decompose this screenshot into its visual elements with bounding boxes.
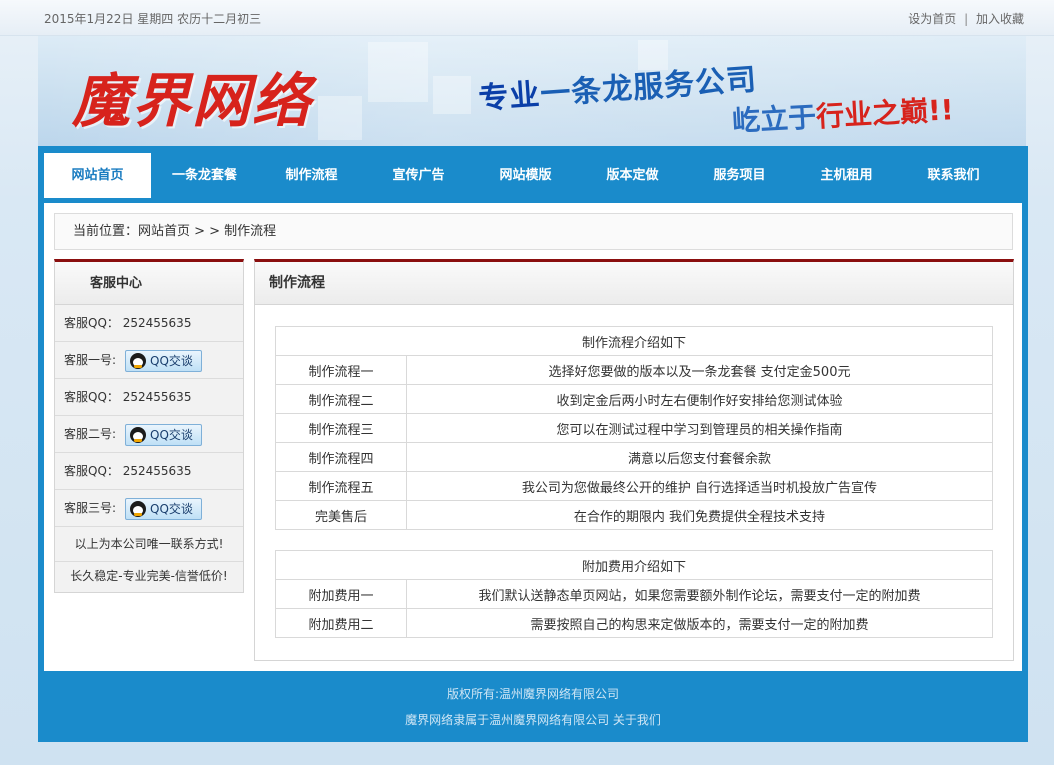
sidebar-footer: 长久稳定-专业完美-信誉低价! [70, 569, 228, 583]
main-nav: 网站首页 一条龙套餐 制作流程 宣传广告 网站模版 版本定做 服务项目 主机租用… [44, 153, 1022, 198]
table-cell-desc: 需要按照自己的构思来定做版本的，需要支付一定的附加费 [406, 608, 993, 638]
slogan2-text: 屹立于 [731, 100, 817, 138]
qq-penguin-icon [130, 501, 146, 517]
sidebar-service-row: 客服一号: QQ交谈 [55, 342, 243, 379]
site-logo[interactable]: 魔界网络 [72, 54, 312, 138]
qq-number: 252455635 [122, 390, 192, 404]
nav-services[interactable]: 服务项目 [686, 153, 793, 198]
table-cell-desc: 我公司为您做最终公开的维护 自行选择适当时机投放广告宣传 [406, 471, 993, 501]
sidebar-note: 以上为本公司唯一联系方式! [55, 527, 243, 562]
nav-templates[interactable]: 网站模版 [472, 153, 579, 198]
slogan2-exclaim: !! [927, 93, 955, 128]
qq-number: 252455635 [122, 316, 192, 330]
about-us-link[interactable]: 关于我们 [613, 713, 661, 727]
sidebar-qq-row: 客服QQ： 252455635 [55, 305, 243, 342]
qq-chat-button[interactable]: QQ交谈 [125, 498, 202, 520]
process-panel: 制作流程 制作流程介绍如下 制作流程一 选择好您要做的版本以及一条龙套餐 支付定… [254, 259, 1014, 661]
add-favorite-link[interactable]: 加入收藏 [976, 12, 1024, 26]
table-header-row: 附加费用介绍如下 [275, 550, 993, 580]
set-home-link[interactable]: 设为首页 [908, 12, 956, 26]
slogan-line1: 专业一条龙服务公司 [477, 54, 758, 117]
table-row: 完美售后 在合作的期限内 我们免费提供全程技术支持 [275, 500, 993, 530]
table-row: 附加费用二 需要按照自己的构思来定做版本的，需要支付一定的附加费 [275, 608, 993, 638]
nav-contact[interactable]: 联系我们 [900, 153, 1007, 198]
table-row: 制作流程五 我公司为您做最终公开的维护 自行选择适当时机投放广告宣传 [275, 471, 993, 501]
table-cell-step: 制作流程五 [275, 471, 407, 501]
table-cell-desc: 您可以在测试过程中学习到管理员的相关操作指南 [406, 413, 993, 443]
slogan-highlight: 专业 [477, 77, 542, 117]
table-cell-desc: 满意以后您支付套餐余款 [406, 442, 993, 472]
qq-chat-button[interactable]: QQ交谈 [125, 424, 202, 446]
table-cell-step: 制作流程四 [275, 442, 407, 472]
service-label: 客服一号: [64, 353, 117, 367]
date-text: 2015年1月22日 星期四 农历十二月初三 [44, 12, 262, 26]
service-label: 客服二号: [64, 427, 117, 441]
qq-number: 252455635 [122, 464, 192, 478]
banner-decor [433, 76, 471, 114]
nav-advertising[interactable]: 宣传广告 [365, 153, 472, 198]
footer-company-text: 魔界网络隶属于温州魔界网络有限公司 [405, 713, 610, 727]
table-cell-step: 制作流程一 [275, 355, 407, 385]
footer-line2: 魔界网络隶属于温州魔界网络有限公司 关于我们 [38, 711, 1028, 728]
table-row: 制作流程一 选择好您要做的版本以及一条龙套餐 支付定金500元 [275, 355, 993, 385]
slogan-line2: 屹立于行业之巅!! [731, 88, 954, 140]
table-row: 制作流程四 满意以后您支付套餐余款 [275, 442, 993, 472]
table-row: 制作流程三 您可以在测试过程中学习到管理员的相关操作指南 [275, 413, 993, 443]
table-row: 制作流程二 收到定金后两小时左右便制作好安排给您测试体验 [275, 384, 993, 414]
table-cell-step: 完美售后 [275, 500, 407, 530]
sidebar-qq-row: 客服QQ： 252455635 [55, 379, 243, 416]
nav-custom[interactable]: 版本定做 [579, 153, 686, 198]
process-table: 制作流程介绍如下 制作流程一 选择好您要做的版本以及一条龙套餐 支付定金500元… [275, 326, 993, 530]
fees-table: 附加费用介绍如下 附加费用一 我们默认送静态单页网站，如果您需要额外制作论坛，需… [275, 550, 993, 638]
table-cell-desc: 在合作的期限内 我们免费提供全程技术支持 [406, 500, 993, 530]
table-header-row: 制作流程介绍如下 [275, 326, 993, 356]
qq-penguin-icon [130, 427, 146, 443]
header-banner: 魔界网络 专业一条龙服务公司 屹立于行业之巅!! [38, 36, 1026, 146]
table-cell-step: 制作流程三 [275, 413, 407, 443]
table-cell-desc: 选择好您要做的版本以及一条龙套餐 支付定金500元 [406, 355, 993, 385]
slogan2-red: 行业之巅 [815, 94, 929, 134]
table-cell-fee: 附加费用二 [275, 608, 407, 638]
qq-chat-label: QQ交谈 [150, 502, 193, 516]
top-links: 设为首页 | 加入收藏 [908, 10, 1024, 27]
qq-chat-label: QQ交谈 [150, 354, 193, 368]
qq-chat-button[interactable]: QQ交谈 [125, 350, 202, 372]
breadcrumb: 当前位置：网站首页 > > 制作流程 [54, 213, 1013, 250]
top-bar: 2015年1月22日 星期四 农历十二月初三 设为首页 | 加入收藏 [0, 0, 1054, 36]
content-area: 当前位置：网站首页 > > 制作流程 客服中心 客服QQ： 252455635 … [44, 203, 1022, 671]
qq-penguin-icon [130, 353, 146, 369]
table-cell-step: 制作流程二 [275, 384, 407, 414]
panel-title: 制作流程 [255, 262, 1013, 305]
sidebar-qq-row: 客服QQ： 252455635 [55, 453, 243, 490]
qq-chat-label: QQ交谈 [150, 428, 193, 442]
table-cell-fee: 附加费用一 [275, 579, 407, 609]
table-header: 制作流程介绍如下 [275, 326, 993, 356]
qq-label: 客服QQ： [64, 316, 119, 330]
qq-label: 客服QQ： [64, 464, 119, 478]
sidebar-service-row: 客服二号: QQ交谈 [55, 416, 243, 453]
table-header: 附加费用介绍如下 [275, 550, 993, 580]
sidebar-title: 客服中心 [55, 262, 243, 305]
table-row: 附加费用一 我们默认送静态单页网站，如果您需要额外制作论坛，需要支付一定的附加费 [275, 579, 993, 609]
footer-copyright: 版权所有:温州魔界网络有限公司 [446, 687, 620, 701]
nav-process[interactable]: 制作流程 [258, 153, 365, 198]
qq-label: 客服QQ： [64, 390, 119, 404]
table-cell-desc: 我们默认送静态单页网站，如果您需要额外制作论坛，需要支付一定的附加费 [406, 579, 993, 609]
sidebar-service-row: 客服三号: QQ交谈 [55, 490, 243, 527]
nav-package[interactable]: 一条龙套餐 [151, 153, 258, 198]
nav-home[interactable]: 网站首页 [44, 153, 151, 198]
customer-service-panel: 客服中心 客服QQ： 252455635 客服一号: QQ交谈 客服QQ： 25… [54, 259, 244, 593]
banner-decor [368, 42, 428, 102]
banner-decor [318, 96, 362, 140]
nav-hosting[interactable]: 主机租用 [793, 153, 900, 198]
main-frame: 网站首页 一条龙套餐 制作流程 宣传广告 网站模版 版本定做 服务项目 主机租用… [38, 146, 1028, 742]
service-label: 客服三号: [64, 501, 117, 515]
table-cell-desc: 收到定金后两小时左右便制作好安排给您测试体验 [406, 384, 993, 414]
top-links-separator: | [964, 12, 969, 26]
slogan-rest: 一条龙服务公司 [539, 62, 759, 113]
